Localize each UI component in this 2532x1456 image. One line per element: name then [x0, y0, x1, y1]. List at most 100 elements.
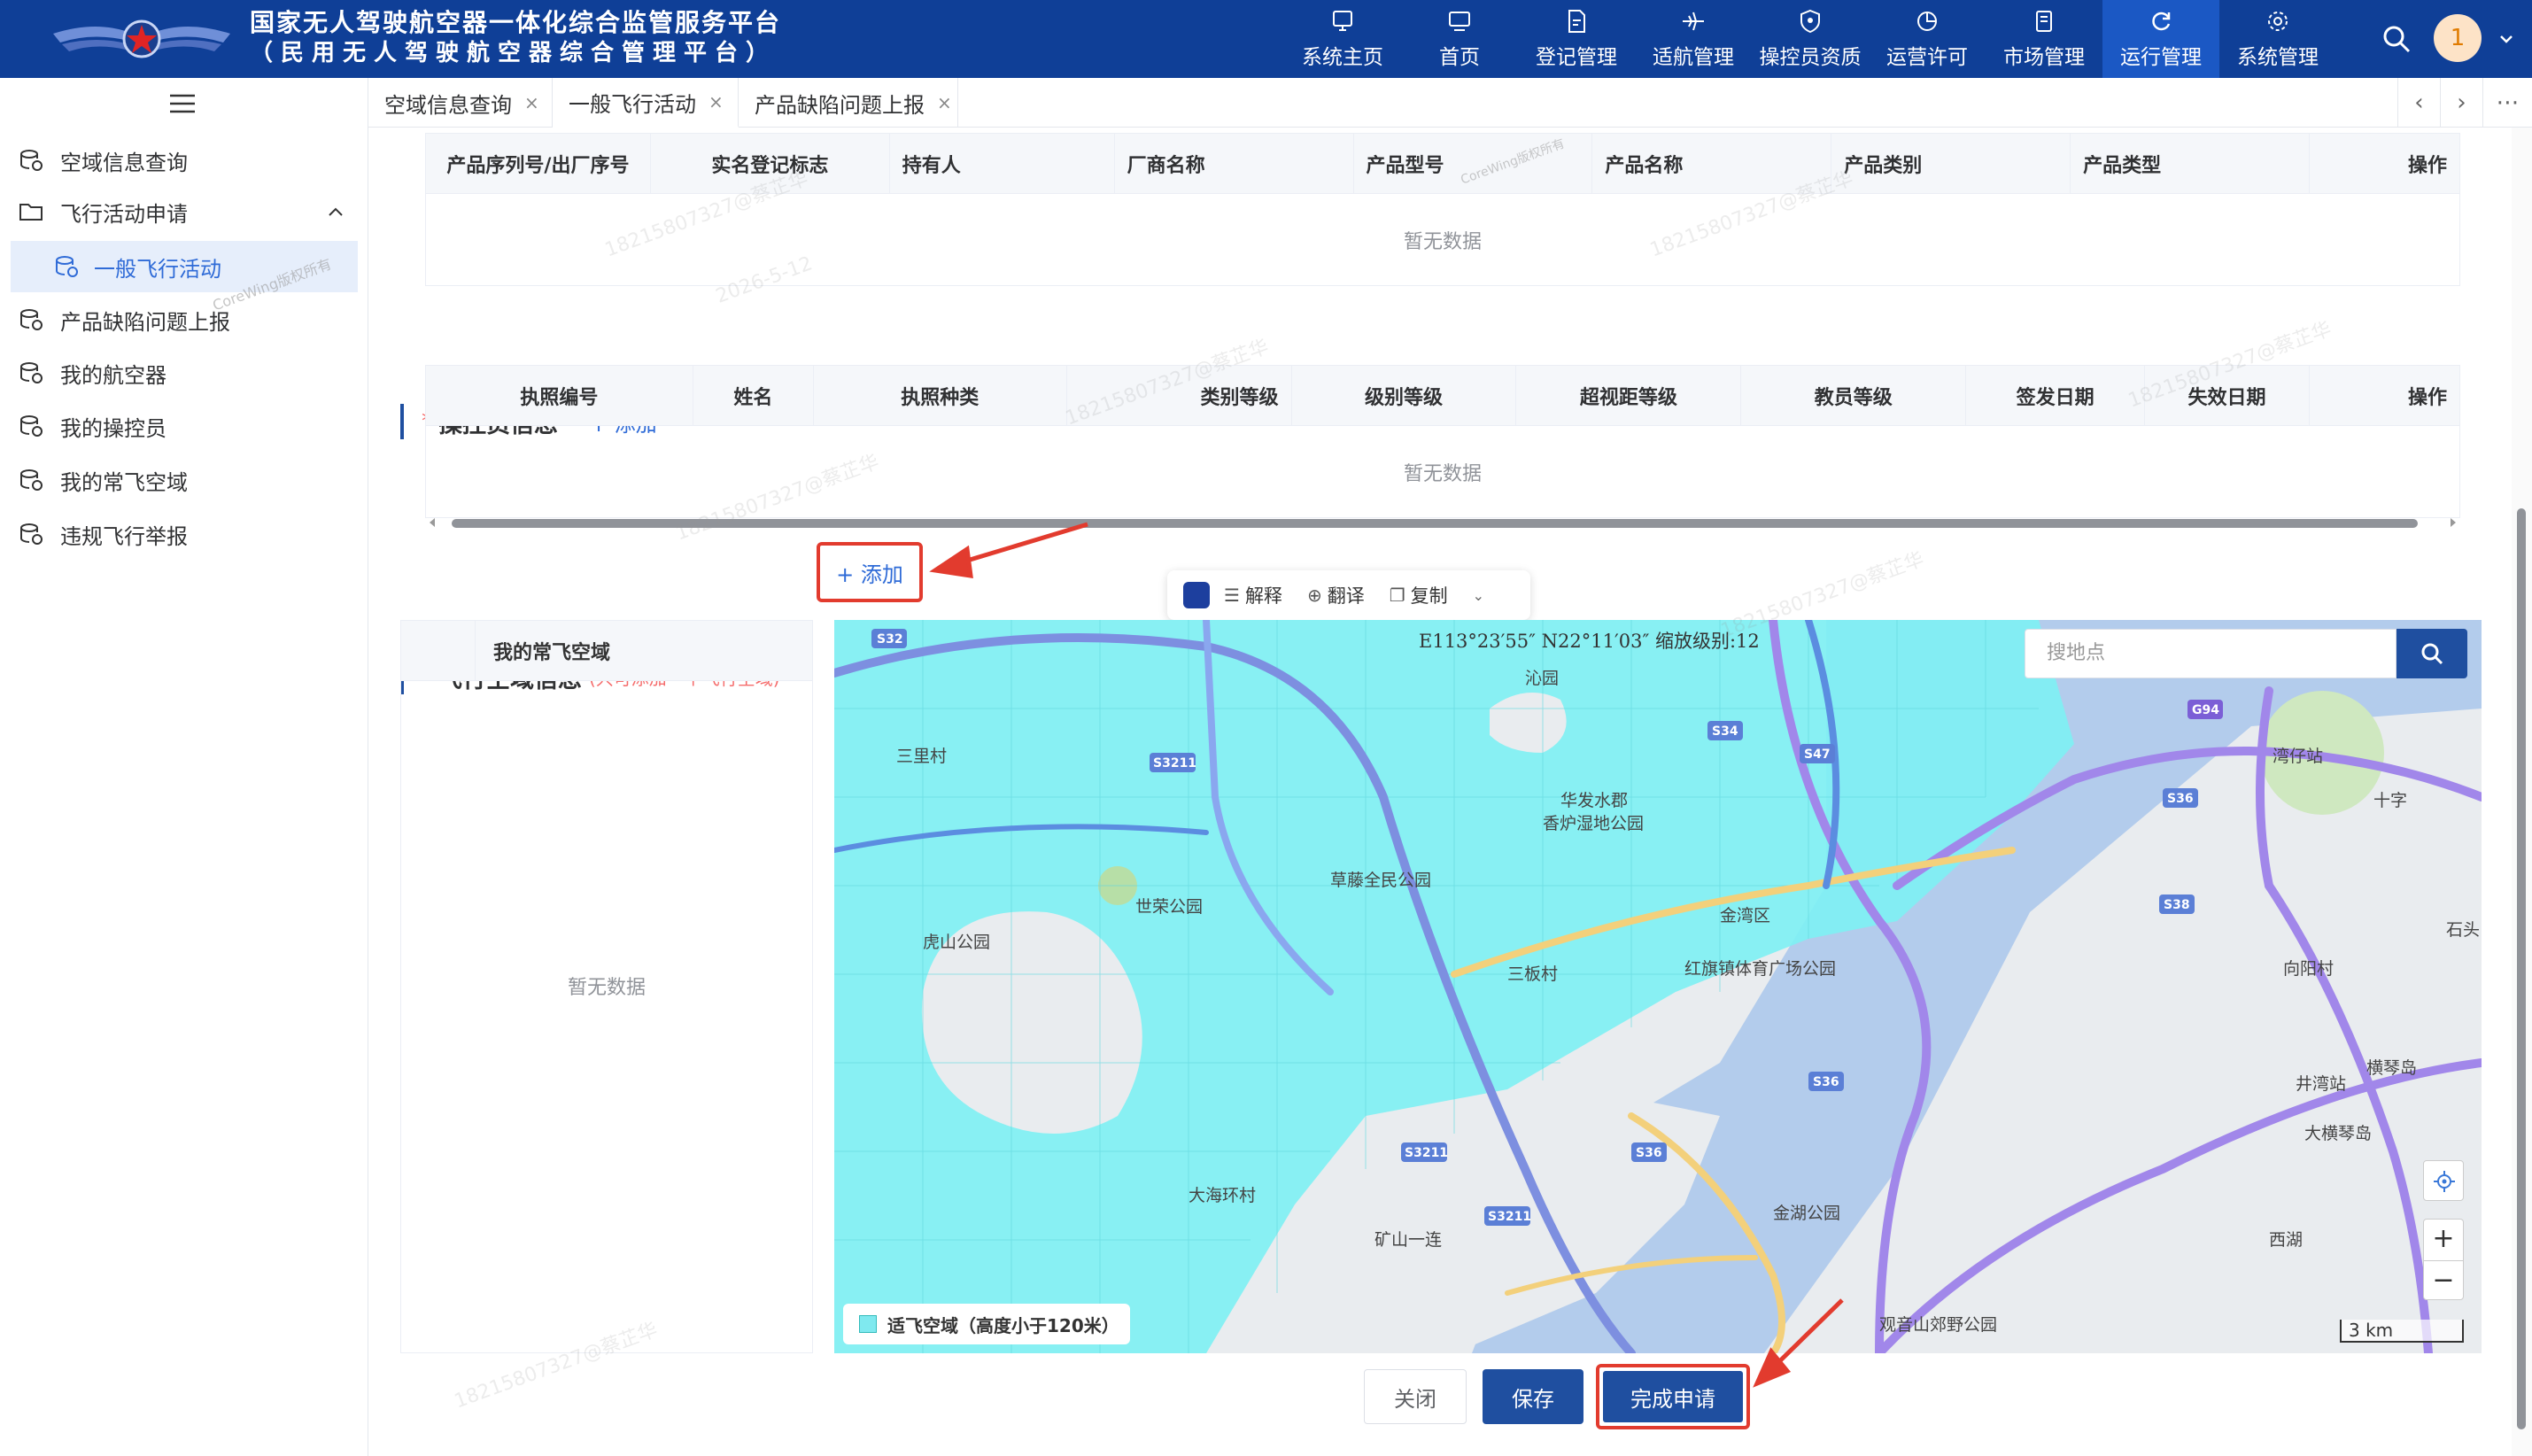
scroll-left-icon[interactable]	[425, 515, 439, 530]
complete-application-button[interactable]: 完成申请	[1603, 1371, 1743, 1422]
tab-label: 一般飞行活动	[569, 91, 696, 117]
caac-logo	[53, 19, 230, 58]
chevron-right-icon[interactable]: ›	[2440, 78, 2482, 128]
screen-icon	[1449, 12, 1470, 31]
nav-market-management[interactable]: 市场管理	[1986, 0, 2102, 78]
copy-icon: ❐	[1389, 585, 1405, 606]
sidebar-item-my-aircraft[interactable]: 我的航空器	[0, 347, 368, 399]
explain-button[interactable]: ☰ 解释	[1224, 582, 1282, 608]
map-label: 三里村	[896, 747, 947, 766]
column-header: 执照编号	[425, 365, 693, 426]
map-label: 十字	[2373, 791, 2407, 810]
nav-system-home[interactable]: 系统主页	[1284, 0, 1401, 78]
road-label: G94	[2192, 703, 2219, 717]
zoom-out-button[interactable]: −	[2424, 1260, 2463, 1301]
top-header: 国家无人驾驶航空器一体化综合监管服务平台 （民用无人驾驶航空器综合管理平台） 系…	[0, 0, 2532, 78]
explain-label: 解释	[1244, 585, 1282, 607]
section-bar	[400, 404, 404, 439]
sidebar-item-defect-report[interactable]: 产品缺陷问题上报	[0, 294, 368, 345]
search-icon[interactable]	[2381, 23, 2412, 55]
zoom-in-button[interactable]: +	[2424, 1220, 2463, 1260]
tab-general-flight[interactable]: 一般飞行活动 ×	[553, 78, 739, 128]
scroll-right-icon[interactable]	[2446, 515, 2460, 530]
scrollbar-thumb[interactable]	[452, 519, 2418, 528]
nav-operator-qualification[interactable]: 操控员资质	[1752, 0, 1869, 78]
map-label: 华发水郡	[1560, 791, 1628, 810]
road-label: S47	[1804, 747, 1831, 762]
table-row: 暂无数据	[425, 425, 2460, 518]
save-button[interactable]: 保存	[1483, 1369, 1583, 1424]
sidebar-item-frequent-airspace[interactable]: 我的常飞空域	[0, 454, 368, 506]
sidebar-item-my-operators[interactable]: 我的操控员	[0, 400, 368, 452]
close-button[interactable]: 关闭	[1364, 1369, 1467, 1424]
map-search-button[interactable]	[2396, 629, 2467, 678]
database-icon	[20, 309, 43, 330]
nav-airworthiness[interactable]: 适航管理	[1635, 0, 1752, 78]
tab-airspace-query[interactable]: 空域信息查询 ×	[368, 78, 553, 128]
map-label: 金湖公园	[1773, 1204, 1840, 1223]
chart-icon	[1917, 12, 1937, 31]
airplane-icon	[1683, 12, 1704, 31]
close-icon[interactable]: ×	[708, 91, 724, 112]
column-header: 产品序列号/出厂序号	[425, 133, 651, 194]
sidebar-item-label: 产品缺陷问题上报	[60, 309, 230, 335]
explain-icon: ☰	[1224, 585, 1240, 606]
folder-open-icon	[19, 204, 43, 221]
empty-text: 暂无数据	[425, 193, 2460, 286]
close-icon[interactable]: ×	[524, 92, 539, 113]
nav-label: 首页	[1439, 46, 1480, 69]
empty-text: 暂无数据	[425, 425, 2460, 518]
database-icon	[20, 469, 43, 491]
column-header: 超视距等级	[1515, 365, 1742, 426]
sidebar-item-flight-application[interactable]: 飞行活动申请	[0, 186, 368, 237]
shield-icon	[1800, 9, 1820, 34]
table-row: 暂无数据	[425, 193, 2460, 286]
menu-toggle-icon[interactable]	[166, 90, 198, 117]
sidebar-item-violation-report[interactable]: 违规飞行举报	[0, 508, 368, 560]
sidebar-item-label: 我的航空器	[60, 362, 166, 388]
vertical-scrollbar[interactable]	[2512, 128, 2532, 1456]
copy-button[interactable]: ❐ 复制	[1390, 582, 1448, 608]
nav-label: 适航管理	[1653, 46, 1734, 69]
nav-home[interactable]: 首页	[1401, 0, 1518, 78]
nav-registration[interactable]: 登记管理	[1518, 0, 1635, 78]
map-search-input[interactable]: 搜地点	[2025, 629, 2396, 678]
column-header: 我的常飞空域	[493, 641, 611, 664]
nav-operation-management[interactable]: 运行管理	[2102, 0, 2219, 78]
locate-button[interactable]	[2423, 1160, 2464, 1201]
chevron-up-icon[interactable]	[328, 205, 344, 218]
top-nav: 系统主页 首页 登记管理 适航管理 操控员资质 运营许可 市场管理 运行管理 系…	[1284, 0, 2336, 78]
airspace-map[interactable]: 三里村 虎山公园 世荣公园 草藤全民公园 华发水郡 香炉湿地公园 三板村 红旗镇…	[834, 620, 2482, 1353]
road-label: S3211	[1405, 1146, 1448, 1160]
map-label: 观音山郊野公园	[1879, 1315, 1997, 1335]
map-label: 大海环村	[1189, 1186, 1256, 1205]
sidebar-item-airspace-query[interactable]: 空域信息查询	[0, 135, 368, 186]
more-icon[interactable]: ⋯	[2482, 78, 2532, 128]
chevron-down-icon[interactable]	[2497, 30, 2515, 48]
horizontal-scrollbar[interactable]	[425, 515, 2460, 530]
nav-operation-license[interactable]: 运营许可	[1869, 0, 1986, 78]
complete-button-highlight: 完成申请	[1596, 1364, 1750, 1429]
nav-system-management[interactable]: 系统管理	[2219, 0, 2336, 78]
refresh-icon	[2152, 12, 2171, 31]
map-label: 香炉湿地公园	[1543, 814, 1644, 833]
sidebar-item-general-flight[interactable]: 一般飞行活动	[11, 241, 358, 292]
select-column	[401, 620, 476, 681]
map-label: 虎山公园	[923, 933, 990, 952]
user-avatar[interactable]: 1	[2434, 14, 2482, 62]
scrollbar-thumb[interactable]	[2517, 508, 2526, 1429]
tab-defect-report[interactable]: 产品缺陷问题上报 ×	[739, 78, 958, 128]
close-icon[interactable]: ×	[937, 92, 952, 113]
zoom-control: + −	[2423, 1219, 2464, 1300]
legend-label: 适飞空域（高度小于120米）	[887, 1314, 1119, 1336]
platform-title: 国家无人驾驶航空器一体化综合监管服务平台 （民用无人驾驶航空器综合管理平台）	[250, 7, 781, 67]
add-airspace-button[interactable]: + 添加	[817, 542, 923, 602]
column-header: 级别等级	[1290, 365, 1517, 426]
main-content: 产品序列号/出厂序号 实名登记标志 持有人 厂商名称 产品型号 产品名称 产品类…	[368, 128, 2532, 1456]
chevron-left-icon[interactable]: ‹	[2397, 78, 2440, 128]
column-header: 类别等级	[1065, 365, 1292, 426]
translate-button[interactable]: ⊕ 翻译	[1307, 582, 1365, 608]
chevron-down-icon[interactable]: ⌄	[1473, 587, 1484, 604]
map-canvas[interactable]: 三里村 虎山公园 世荣公园 草藤全民公园 华发水郡 香炉湿地公园 三板村 红旗镇…	[834, 620, 2482, 1353]
nav-label: 运营许可	[1886, 46, 1968, 69]
